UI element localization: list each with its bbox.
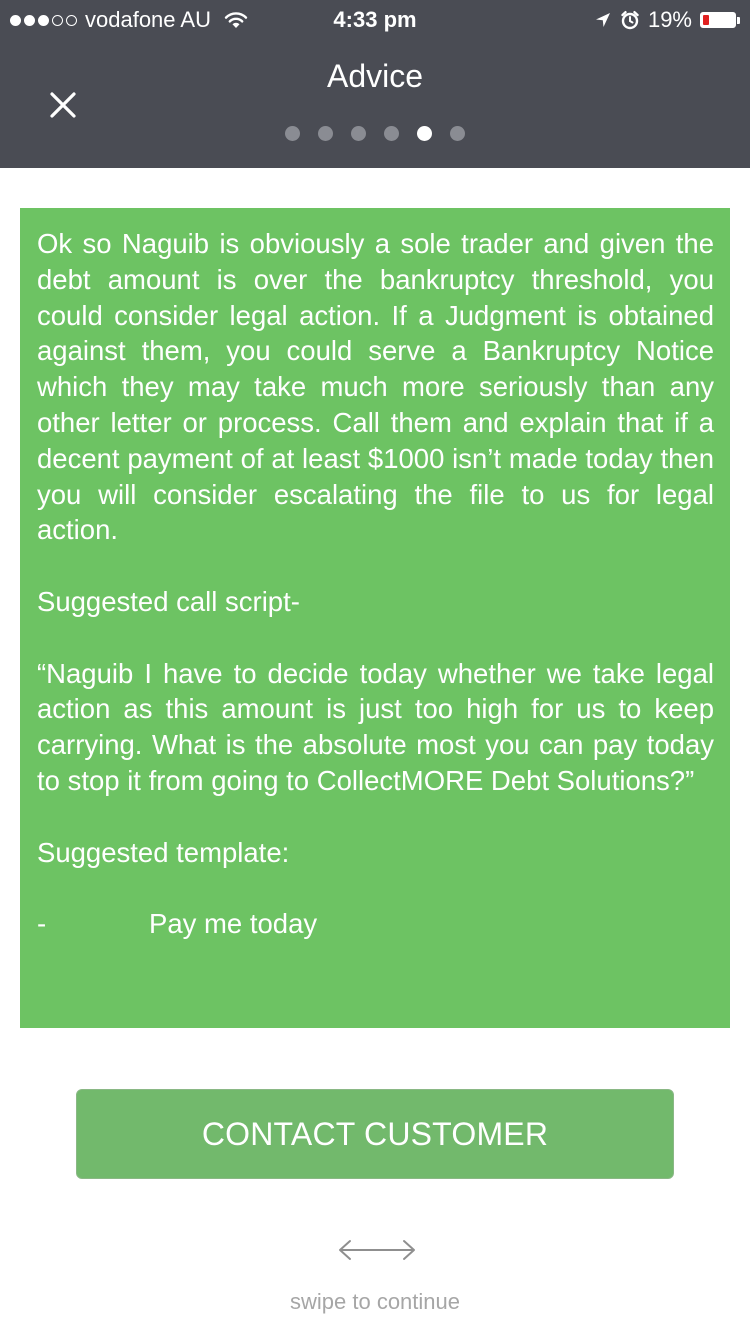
template-item: - Pay me today [37,906,714,942]
template-dash: - [37,908,47,940]
template-item-label: Pay me today [149,908,318,940]
status-bar: vodafone AU 4:33 pm 19% [0,0,750,40]
page-dot[interactable] [318,126,333,141]
battery-icon [700,12,740,28]
page-dot-active[interactable] [417,126,432,141]
swipe-hint-label: swipe to continue [290,1289,460,1314]
call-script-text: “Naguib I have to decide today whether w… [37,657,714,796]
template-heading: Suggested template: [37,836,290,868]
contact-customer-button[interactable]: CONTACT CUSTOMER [76,1089,674,1179]
battery-tip [737,16,740,24]
page-title: Advice [326,58,424,94]
advice-paragraph: Ok so Naguib is obviously a sole trader … [37,228,714,546]
swipe-arrow-icon [339,1240,415,1260]
page-dot[interactable] [285,126,300,141]
alarm-icon [621,11,639,30]
status-right: 19% [594,7,740,33]
battery-percent: 19% [647,7,692,32]
location-arrow-icon [595,13,610,27]
advice-card: Ok so Naguib is obviously a sole trader … [20,208,730,1028]
page-indicator [0,126,750,141]
page-dot[interactable] [351,126,366,141]
call-script-heading: Suggested call script- [37,585,300,617]
battery-fill [703,15,709,25]
close-button[interactable] [40,82,86,128]
close-icon [50,92,76,118]
page-dot[interactable] [450,126,465,141]
header: vodafone AU 4:33 pm 19% Advice [0,0,750,168]
battery-body [700,12,736,28]
page-dot[interactable] [384,126,399,141]
